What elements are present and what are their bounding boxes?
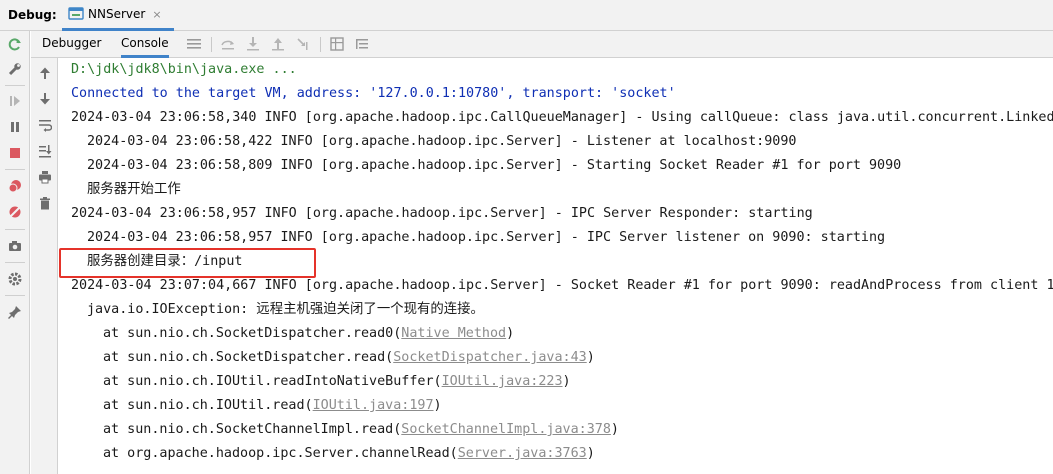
stack-frame-link[interactable]: Native Method <box>401 326 506 341</box>
stack-frame: at sun.nio.ch.SocketDispatcher.read(Sock… <box>103 350 595 365</box>
step-out-icon[interactable] <box>269 35 287 53</box>
console-line: 2024-03-04 23:07:04,667 INFO [org.apache… <box>71 278 1053 293</box>
debug-tool-window-header: Debug: NNServer × <box>0 0 1053 31</box>
print-icon[interactable] <box>35 167 55 187</box>
soft-wrap-icon[interactable] <box>35 115 55 135</box>
console-line: 2024-03-04 23:06:58,809 INFO [org.apache… <box>87 158 902 173</box>
stack-frame: at sun.nio.ch.IOUtil.readIntoNativeBuffe… <box>103 374 571 389</box>
scroll-to-end-icon[interactable] <box>35 141 55 161</box>
console-line: 2024-03-04 23:06:58,422 INFO [org.apache… <box>87 134 797 149</box>
close-icon[interactable]: × <box>152 8 161 21</box>
debug-label: Debug: <box>8 8 57 22</box>
rerun-icon[interactable] <box>5 35 25 55</box>
console-line-command: D:\jdk\jdk8\bin\java.exe ... <box>71 62 297 77</box>
stack-frame-link[interactable]: SocketChannelImpl.java:378 <box>401 422 611 437</box>
stack-frame-link[interactable]: SocketDispatcher.java:43 <box>393 350 586 365</box>
console-line-connected: Connected to the target VM, address: '12… <box>71 86 676 101</box>
stack-frame-link[interactable]: IOUtil.java:223 <box>442 374 563 389</box>
run-config-icon <box>68 7 84 21</box>
resume-icon[interactable] <box>5 91 25 111</box>
run-to-cursor-icon[interactable] <box>294 35 312 53</box>
settings-icon[interactable] <box>5 269 25 289</box>
step-over-icon[interactable] <box>219 35 237 53</box>
console-output[interactable]: D:\jdk\jdk8\bin\java.exe ... Connected t… <box>59 58 1053 474</box>
mute-breakpoints-icon[interactable] <box>5 202 25 222</box>
step-into-icon[interactable] <box>244 35 262 53</box>
stack-frame: at sun.nio.ch.SocketChannelImpl.read(Soc… <box>103 422 619 437</box>
up-arrow-icon[interactable] <box>35 63 55 83</box>
view-breakpoints-icon[interactable] <box>5 176 25 196</box>
console-side-toolbar <box>31 58 58 474</box>
tab-nnserver[interactable]: NNServer × <box>62 0 174 31</box>
stack-frame: at sun.nio.ch.SocketDispatcher.read0(Nat… <box>103 326 515 341</box>
camera-icon[interactable] <box>5 236 25 256</box>
console-line: 2024-03-04 23:06:58,957 INFO [org.apache… <box>71 206 813 221</box>
stack-frame: at sun.nio.ch.IOUtil.read(IOUtil.java:19… <box>103 398 442 413</box>
stop-icon[interactable] <box>5 143 25 163</box>
tab-label: NNServer <box>88 7 146 21</box>
wrench-icon[interactable] <box>5 59 25 79</box>
evaluate-icon[interactable] <box>328 35 346 53</box>
debug-left-toolbar <box>0 31 30 474</box>
console-line: 2024-03-04 23:06:58,340 INFO [org.apache… <box>71 110 1053 125</box>
console-line: 服务器开始工作 <box>87 182 181 197</box>
debug-sub-toolbar: Debugger Console <box>31 31 1053 58</box>
console-line: 2024-03-04 23:06:58,957 INFO [org.apache… <box>87 230 886 245</box>
stack-frame: at org.apache.hadoop.ipc.Server.channelR… <box>103 446 595 461</box>
tab-debugger[interactable]: Debugger <box>42 31 101 58</box>
highlight-box <box>59 248 316 278</box>
stack-frame-link[interactable]: Server.java:3763 <box>458 446 587 461</box>
menu-icon[interactable] <box>185 35 203 53</box>
down-arrow-icon[interactable] <box>35 89 55 109</box>
pin-icon[interactable] <box>5 302 25 322</box>
tab-console[interactable]: Console <box>121 31 169 58</box>
pause-icon[interactable] <box>5 117 25 137</box>
trash-icon[interactable] <box>35 193 55 213</box>
stack-frame-link[interactable]: IOUtil.java:197 <box>313 398 434 413</box>
exception-line: java.io.IOException: 远程主机强迫关闭了一个现有的连接。 <box>87 302 484 317</box>
trace-icon[interactable] <box>353 35 371 53</box>
